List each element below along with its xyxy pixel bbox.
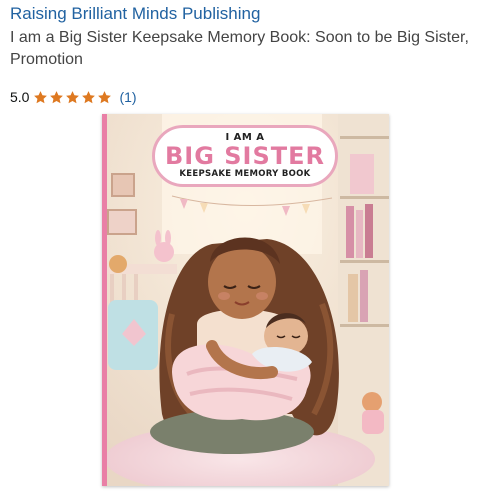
product-listing: Raising Brilliant Minds Publishing I am … bbox=[0, 0, 500, 500]
star-icon bbox=[82, 90, 96, 103]
star-icon bbox=[34, 90, 48, 103]
star-icon bbox=[98, 90, 112, 103]
cover-title-line2: BIG SISTER bbox=[164, 142, 326, 170]
cover-title-line3: KEEPSAKE MEMORY BOOK bbox=[179, 169, 311, 179]
product-title[interactable]: I am a Big Sister Keepsake Memory Book: … bbox=[10, 27, 498, 71]
star-rating[interactable] bbox=[33, 90, 113, 105]
rating-value: 5.0 bbox=[10, 89, 30, 105]
star-icon bbox=[50, 90, 64, 103]
cover-spine-strip bbox=[102, 114, 107, 486]
rating-row: 5.0 (1) bbox=[10, 88, 137, 106]
star-icon bbox=[66, 90, 80, 103]
book-cover-image[interactable]: I AM A BIG SISTER KEEPSAKE MEMORY BOOK bbox=[102, 114, 389, 486]
cover-title-plate: I AM A BIG SISTER KEEPSAKE MEMORY BOOK bbox=[152, 125, 338, 187]
review-count-link[interactable]: (1) bbox=[119, 89, 136, 105]
author-link[interactable]: Raising Brilliant Minds Publishing bbox=[10, 4, 260, 24]
